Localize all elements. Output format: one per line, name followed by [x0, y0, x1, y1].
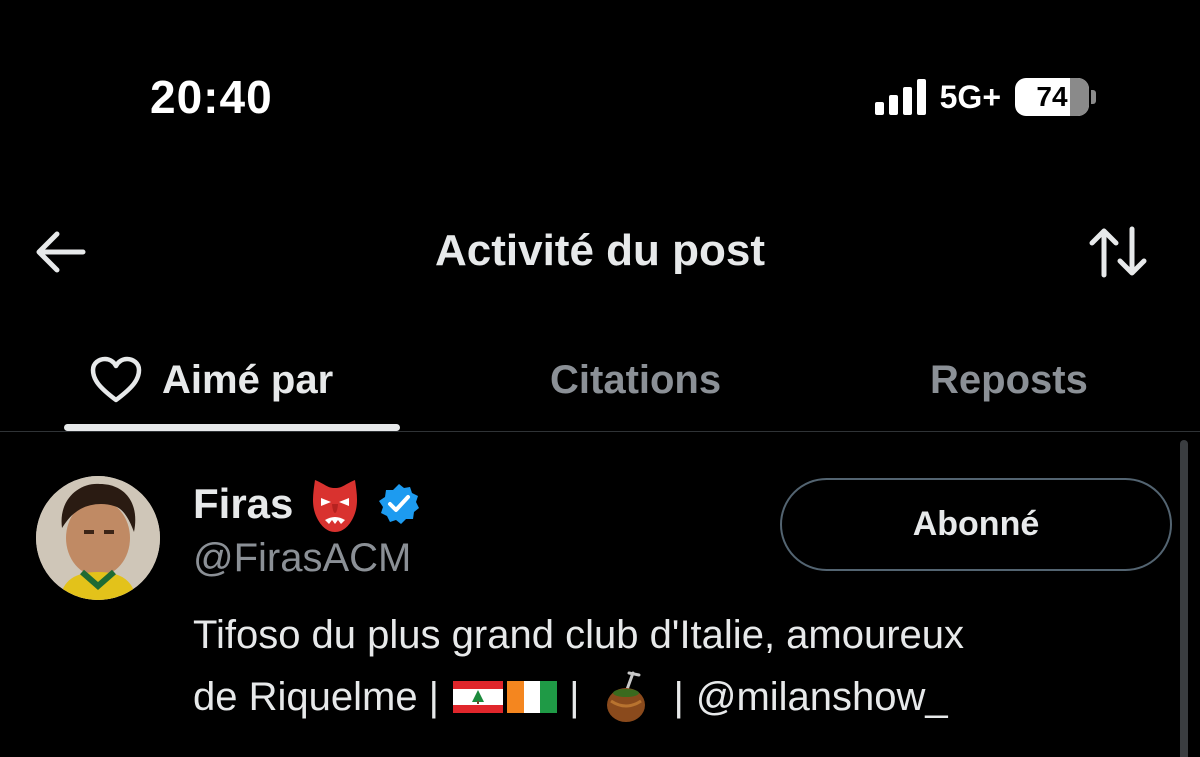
scrollbar[interactable]: [1180, 440, 1188, 757]
tab-reposts[interactable]: Reposts: [930, 330, 1088, 430]
sort-button[interactable]: [1084, 222, 1154, 282]
tab-liked-by-label: Aimé par: [162, 357, 334, 402]
ivory-coast-flag-icon: [507, 681, 558, 713]
user-name-row: Firas: [193, 474, 421, 534]
user-bio: Tifoso du plus grand club d'Italie, amou…: [193, 604, 1153, 728]
divider: [0, 431, 1200, 432]
active-tab-indicator: [64, 424, 400, 431]
tab-citations[interactable]: Citations: [550, 330, 721, 430]
bio-line-1: Tifoso du plus grand club d'Italie, amou…: [193, 613, 965, 657]
sort-arrows-icon: [1089, 226, 1147, 278]
verified-badge-icon: [379, 484, 420, 524]
signal-icon: [874, 79, 926, 115]
bio-line-2: de Riquelme | | | @milanshow_: [193, 666, 1153, 728]
tab-bar: Aimé par Citations Reposts: [0, 330, 1200, 432]
heart-icon: [90, 356, 142, 403]
user-name[interactable]: Firas: [193, 480, 293, 528]
bio-mention-link[interactable]: @milanshow_: [696, 666, 948, 728]
avatar-image: [36, 476, 160, 600]
avatar[interactable]: [36, 476, 160, 600]
battery-tip: [1091, 90, 1096, 104]
status-time: 20:40: [150, 71, 273, 123]
goblin-mask-emoji-icon: [313, 480, 358, 532]
user-handle[interactable]: @FirasACM: [193, 536, 411, 581]
following-button[interactable]: Abonné: [780, 478, 1172, 571]
bio-text: de Riquelme |: [193, 675, 440, 719]
tab-citations-label: Citations: [550, 357, 722, 402]
battery-level: 74: [1036, 81, 1068, 112]
battery-icon: 74: [1015, 78, 1089, 116]
tab-liked-by[interactable]: Aimé par: [90, 330, 333, 430]
bio-separator: |: [569, 675, 580, 719]
bio-separator: |: [673, 675, 684, 719]
tab-reposts-label: Reposts: [930, 357, 1088, 402]
lebanon-flag-icon: [453, 681, 504, 713]
status-indicators: 5G+ 74: [874, 78, 1096, 116]
network-label: 5G+: [939, 78, 1001, 115]
page-title: Activité du post: [434, 226, 766, 275]
mate-drink-icon: [607, 671, 646, 722]
screen: 20:40 5G+ 74 Activité du post Aimé par C…: [0, 0, 1200, 757]
